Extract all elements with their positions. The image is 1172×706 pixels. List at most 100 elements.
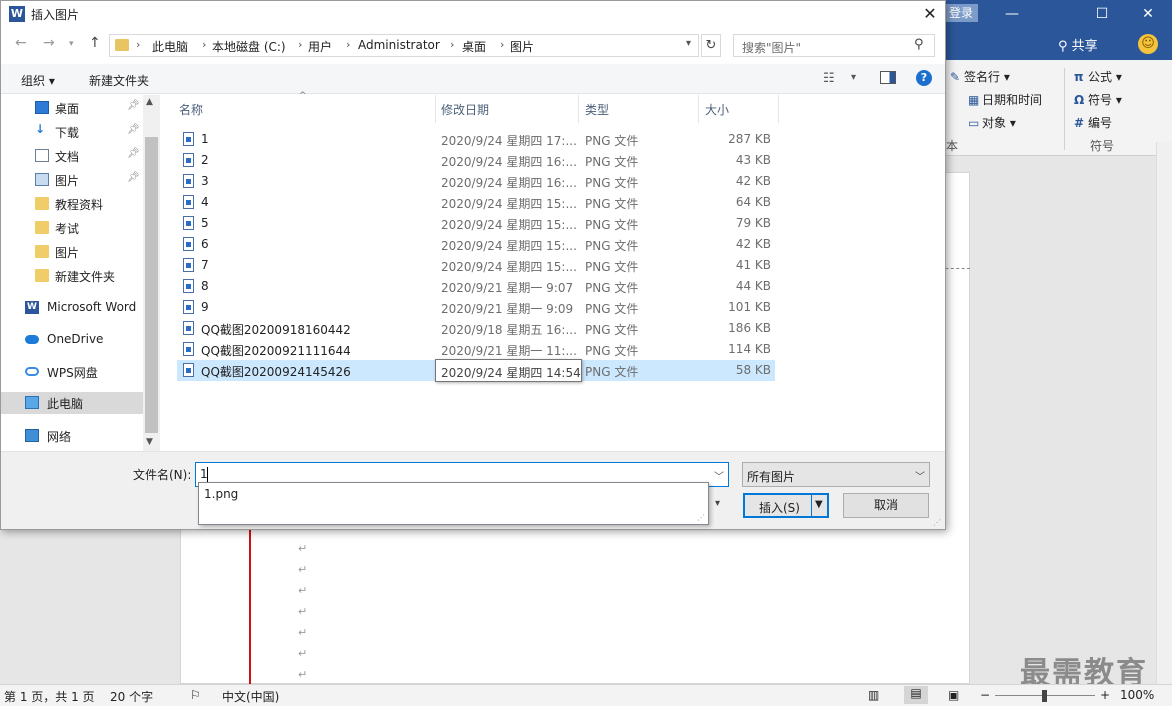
column-divider[interactable] <box>698 95 699 123</box>
column-name[interactable]: 名称 <box>179 101 203 118</box>
smiley-feedback-icon[interactable]: ☺ <box>1138 34 1158 54</box>
sidebar-item-desktop[interactable]: 桌面 📌︎ <box>1 97 143 119</box>
table-row[interactable]: 3 2020/9/24 星期四 16:... PNG 文件 42 KB <box>177 171 775 192</box>
language-indicator[interactable]: 中文(中国) <box>222 688 279 705</box>
column-divider[interactable] <box>435 95 436 123</box>
sidebar-label: 下载 <box>55 126 80 140</box>
web-layout-icon[interactable]: ▣ <box>948 688 959 702</box>
scroll-up-icon[interactable]: ▲ <box>146 97 153 107</box>
autocomplete-item[interactable]: 1.png <box>204 487 238 501</box>
sidebar-item-wps-cloud[interactable]: WPS网盘 <box>1 361 143 383</box>
table-row[interactable]: 6 2020/9/24 星期四 15:... PNG 文件 42 KB <box>177 234 775 255</box>
proofing-icon[interactable]: ⚐ <box>190 688 201 702</box>
signature-line-button[interactable]: ✎ 签名行 ▾ <box>950 68 1010 85</box>
sidebar-item-new-folder[interactable]: 新建文件夹 <box>1 265 143 287</box>
chevron-down-icon[interactable]: ▾ <box>686 38 691 49</box>
search-input[interactable]: 搜索"图片" ⚲ <box>733 34 935 57</box>
up-arrow-icon[interactable]: ↑ <box>89 35 101 51</box>
column-divider[interactable] <box>778 95 779 123</box>
refresh-icon[interactable]: ↻ <box>701 34 721 57</box>
maximize-button[interactable]: ☐ <box>1082 2 1122 26</box>
cancel-button[interactable]: 取消 <box>843 493 929 518</box>
login-button[interactable]: 登录 <box>944 4 978 22</box>
column-divider[interactable] <box>578 95 579 123</box>
column-date[interactable]: 修改日期 <box>441 101 489 118</box>
back-arrow-icon[interactable]: ← <box>15 35 27 51</box>
recent-locations-icon[interactable]: ▾ <box>69 39 74 49</box>
resize-grip-icon[interactable]: ⋰ <box>933 518 941 527</box>
breadcrumb-item[interactable]: 用户 <box>308 38 332 55</box>
pin-icon[interactable]: 📌︎ <box>127 148 140 159</box>
sidebar-item-onedrive[interactable]: OneDrive <box>1 329 143 351</box>
document-scrollbar[interactable] <box>1156 142 1172 684</box>
zoom-out-button[interactable]: − <box>980 688 990 702</box>
sidebar-item-pictures[interactable]: 图片 📌︎ <box>1 169 143 191</box>
chevron-down-icon[interactable]: ﹀ <box>714 468 724 483</box>
zoom-slider-knob[interactable] <box>1042 690 1047 702</box>
breadcrumb-item[interactable]: 桌面 <box>462 38 486 55</box>
table-row[interactable]: 8 2020/9/21 星期一 9:07 PNG 文件 44 KB <box>177 276 775 297</box>
scroll-down-icon[interactable]: ▼ <box>146 437 153 447</box>
sidebar-item-this-pc[interactable]: 此电脑 <box>1 392 143 414</box>
breadcrumb-item[interactable]: Administrator <box>358 38 440 52</box>
new-folder-button[interactable]: 新建文件夹 <box>89 72 149 89</box>
equation-button[interactable]: π 公式 ▾ <box>1074 68 1122 85</box>
column-size[interactable]: 大小 <box>705 101 729 118</box>
chevron-down-icon[interactable]: ▾ <box>851 72 856 83</box>
word-count[interactable]: 20 个字 <box>110 688 153 705</box>
insert-button[interactable]: 插入(S) ▼ <box>743 493 829 518</box>
table-row[interactable]: 1 2020/9/24 星期四 17:... PNG 文件 287 KB <box>177 129 775 150</box>
number-label: 编号 <box>1088 116 1113 130</box>
zoom-in-button[interactable]: + <box>1100 688 1110 702</box>
sidebar-item-downloads[interactable]: ↓ 下载 📌︎ <box>1 121 143 143</box>
breadcrumb-separator: › <box>202 38 207 51</box>
sidebar-item-pictures-folder[interactable]: 图片 <box>1 241 143 263</box>
number-button[interactable]: # 编号 <box>1074 114 1112 131</box>
pin-icon[interactable]: 📌︎ <box>127 124 140 135</box>
table-row[interactable]: 4 2020/9/24 星期四 15:... PNG 文件 64 KB <box>177 192 775 213</box>
object-button[interactable]: ▭ 对象 ▾ <box>968 114 1016 131</box>
sidebar-item-network[interactable]: 网络 <box>1 425 143 447</box>
table-row[interactable]: QQ截图20200921111644 2020/9/21 星期一 11:... PN… <box>177 339 775 360</box>
print-layout-icon[interactable]: ▤ <box>904 686 928 704</box>
address-bar[interactable]: › 此电脑 › 本地磁盘 (C:) › 用户 › Administrator ›… <box>109 34 699 57</box>
forward-arrow-icon[interactable]: → <box>43 35 55 51</box>
table-row[interactable]: QQ截图20200918160442 2020/9/18 星期五 16:... PN… <box>177 318 775 339</box>
pin-icon[interactable]: 📌︎ <box>127 172 140 183</box>
dialog-close-button[interactable]: ✕ <box>915 1 945 27</box>
insert-options-chevron-icon[interactable]: ▼ <box>815 499 823 510</box>
table-row[interactable]: 7 2020/9/24 星期四 15:... PNG 文件 41 KB <box>177 255 775 276</box>
preview-pane-icon[interactable] <box>880 71 896 84</box>
page-count[interactable]: 第 1 页，共 1 页 <box>4 688 95 705</box>
sidebar-item-exam[interactable]: 考试 <box>1 217 143 239</box>
tools-chevron-down-icon[interactable]: ▾ <box>715 498 720 509</box>
search-icon[interactable]: ⚲ <box>914 37 924 52</box>
sidebar-item-tutorial-materials[interactable]: 教程资料 <box>1 193 143 215</box>
help-icon[interactable]: ? <box>916 70 932 86</box>
table-row[interactable]: 9 2020/9/21 星期一 9:09 PNG 文件 101 KB <box>177 297 775 318</box>
file-type-select[interactable]: 所有图片 ﹀ <box>742 462 930 487</box>
organize-button[interactable]: 组织 ▾ <box>21 72 55 89</box>
folder-icon <box>35 221 49 234</box>
breadcrumb-item[interactable]: 本地磁盘 (C:) <box>212 38 286 55</box>
symbol-button[interactable]: Ω 符号 ▾ <box>1074 91 1122 108</box>
date-time-button[interactable]: ▦ 日期和时间 <box>968 91 1042 108</box>
table-row[interactable]: 5 2020/9/24 星期四 15:... PNG 文件 79 KB <box>177 213 775 234</box>
pin-icon[interactable]: 📌︎ <box>127 100 140 111</box>
sidebar-item-microsoft-word[interactable]: W Microsoft Word <box>1 297 143 319</box>
zoom-level[interactable]: 100% <box>1120 688 1154 702</box>
sidebar-item-documents[interactable]: 文档 📌︎ <box>1 145 143 167</box>
breadcrumb-item[interactable]: 此电脑 <box>152 38 188 55</box>
share-button[interactable]: ⚲ 共享 <box>1058 35 1098 54</box>
column-type[interactable]: 类型 <box>585 101 609 118</box>
resize-grip-icon[interactable]: ⋰ <box>697 513 705 522</box>
sidebar-scrollbar[interactable]: ▲ ▼ <box>143 95 160 451</box>
breadcrumb-separator: › <box>136 38 141 51</box>
close-word-button[interactable]: ✕ <box>1128 2 1168 26</box>
read-mode-icon[interactable]: ▥ <box>868 688 879 702</box>
view-options-icon[interactable]: ☷ <box>823 71 835 86</box>
scrollbar-thumb[interactable] <box>145 137 158 433</box>
breadcrumb-item[interactable]: 图片 <box>510 38 534 55</box>
table-row[interactable]: 2 2020/9/24 星期四 16:... PNG 文件 43 KB <box>177 150 775 171</box>
minimize-button[interactable]: — <box>992 2 1032 26</box>
